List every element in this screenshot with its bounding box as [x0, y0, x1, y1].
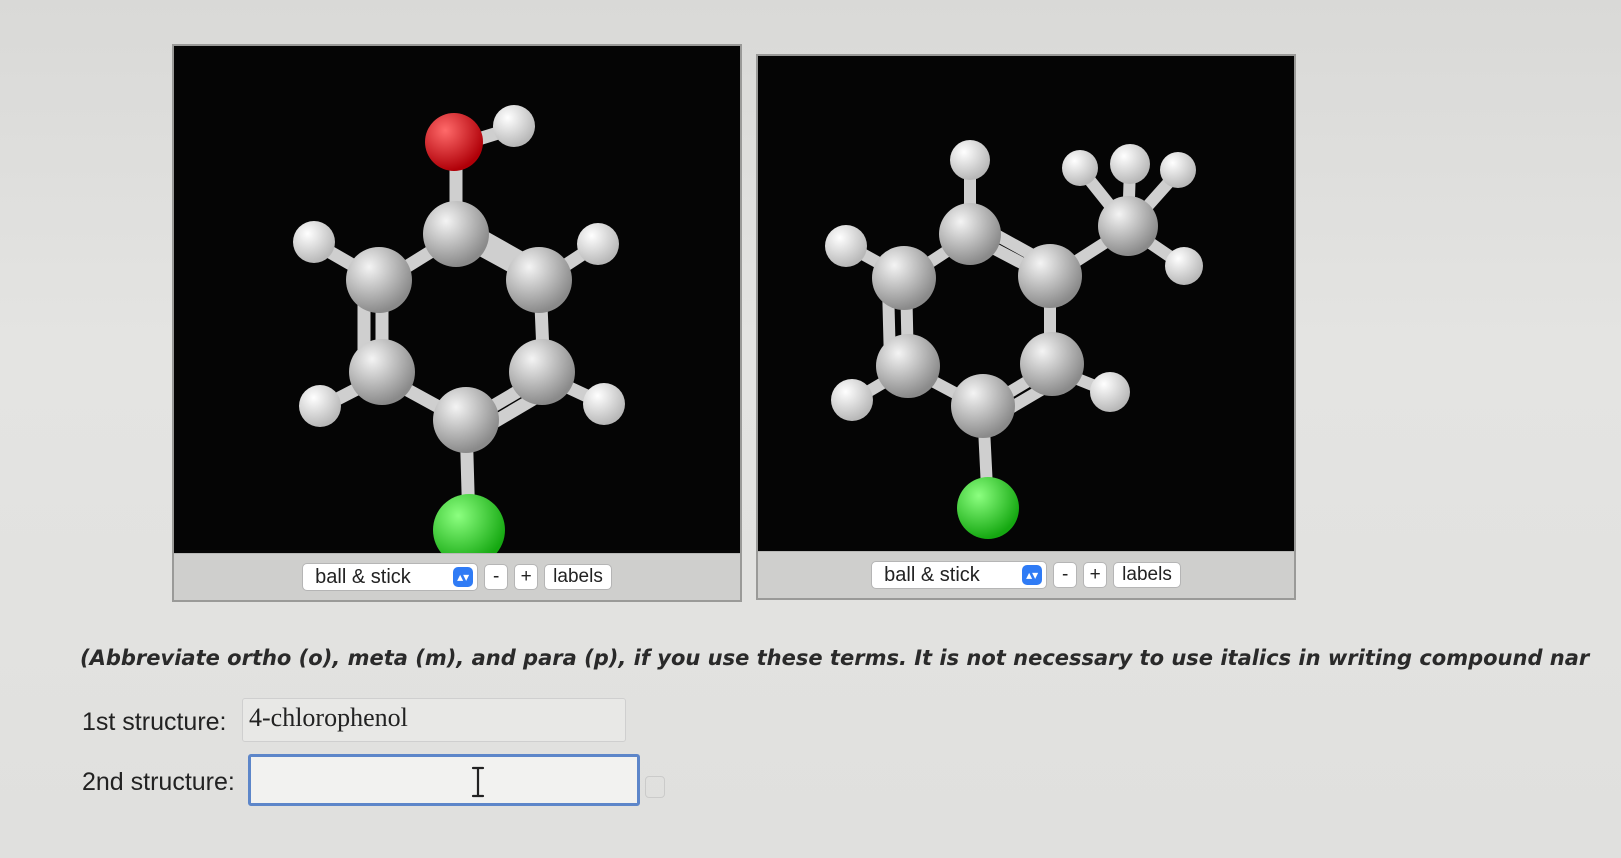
chlorine-atom	[433, 494, 505, 554]
zoom-in-button[interactable]: +	[514, 564, 539, 590]
molecule-1-svg	[293, 105, 625, 554]
answer-1-label: 1st structure:	[82, 708, 227, 736]
chevron-updown-icon: ▴▾	[1022, 565, 1043, 585]
hydrogen-atom	[299, 385, 341, 427]
carbon-atom	[349, 339, 415, 405]
display-mode-value: ball & stick	[884, 563, 980, 586]
text-cursor-icon	[471, 766, 485, 798]
display-mode-value: ball & stick	[315, 565, 411, 588]
molecule-viewer-2[interactable]: ball & stick ▴▾ - + labels	[756, 54, 1296, 600]
carbon-atom	[876, 334, 940, 398]
answer-1-input[interactable]: 4-chlorophenol	[242, 698, 626, 742]
hydrogen-atom	[1062, 150, 1098, 186]
hydrogen-atom	[825, 225, 867, 267]
molecule-canvas-1[interactable]	[174, 46, 740, 554]
carbon-atom	[1018, 244, 1082, 308]
hydrogen-atom	[1110, 144, 1150, 184]
zoom-in-button[interactable]: +	[1083, 562, 1108, 588]
labels-button[interactable]: labels	[1113, 562, 1181, 588]
hydrogen-atom	[293, 221, 335, 263]
carbon-atom	[506, 247, 572, 313]
carbon-atom	[1020, 332, 1084, 396]
chlorine-atom	[957, 477, 1019, 539]
clipboard-icon[interactable]	[645, 776, 665, 798]
molecule-viewer-1[interactable]: ball & stick ▴▾ - + labels	[172, 44, 742, 602]
viewer-2-toolbar: ball & stick ▴▾ - + labels	[758, 551, 1294, 598]
carbon-atom	[939, 203, 1001, 265]
molecule-canvas-2[interactable]	[758, 56, 1294, 552]
display-mode-select[interactable]: ball & stick ▴▾	[871, 561, 1048, 589]
carbon-atom	[433, 387, 499, 453]
hydrogen-atom	[950, 140, 990, 180]
answer-2-label: 2nd structure:	[82, 768, 235, 796]
bonds	[309, 121, 611, 533]
oxygen-atom	[425, 113, 483, 171]
carbon-atom	[423, 201, 489, 267]
hydrogen-atom	[577, 223, 619, 265]
hydrogen-atom	[493, 105, 535, 147]
zoom-out-button[interactable]: -	[484, 564, 509, 590]
hydrogen-atom	[1090, 372, 1130, 412]
zoom-out-button[interactable]: -	[1053, 562, 1078, 588]
molecule-2-svg	[825, 140, 1203, 539]
carbon-atom	[872, 246, 936, 310]
hydrogen-atom	[583, 383, 625, 425]
hydrogen-atom	[1165, 247, 1203, 285]
carbon-atom	[346, 247, 412, 313]
viewer-1-toolbar: ball & stick ▴▾ - + labels	[174, 553, 740, 600]
display-mode-select[interactable]: ball & stick ▴▾	[302, 563, 479, 591]
hydrogen-atom	[1160, 152, 1196, 188]
carbon-atom	[509, 339, 575, 405]
chevron-updown-icon: ▴▾	[453, 567, 474, 587]
carbon-atom	[951, 374, 1015, 438]
carbon-atom	[1098, 196, 1158, 256]
instructions-text: (Abbreviate ortho (o), meta (m), and par…	[80, 646, 1590, 670]
labels-button[interactable]: labels	[544, 564, 612, 590]
answer-2-input[interactable]	[248, 754, 640, 806]
hydrogen-atom	[831, 379, 873, 421]
